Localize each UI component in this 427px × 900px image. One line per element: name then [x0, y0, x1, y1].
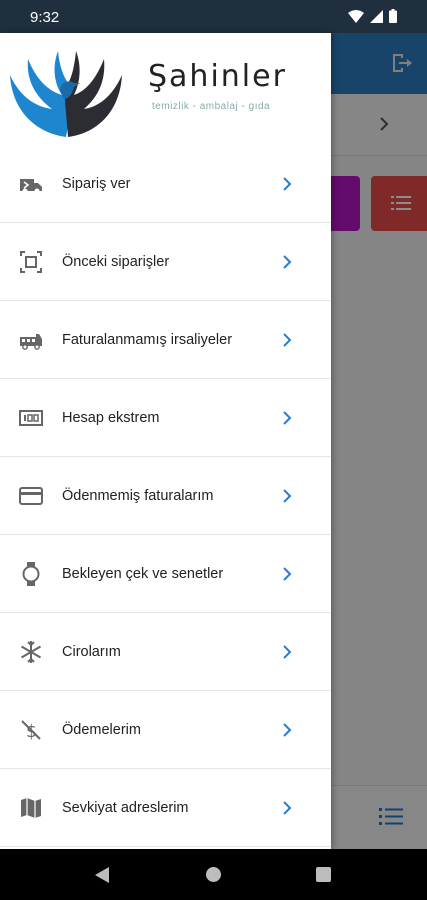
menu-item-label: Cirolarım: [62, 643, 121, 660]
menu-item-siparis-ver[interactable]: Sipariş ver: [0, 145, 331, 223]
money-off-icon: $: [21, 720, 41, 742]
watch-icon: [22, 562, 40, 586]
chevron-right-icon: [283, 801, 292, 815]
menu-item-label: Hesap ekstrem: [62, 409, 160, 426]
menu-item-label: Bekleyen çek ve senetler: [62, 565, 224, 582]
frame-icon: [20, 251, 42, 273]
chevron-right-icon: [283, 411, 292, 425]
back-icon[interactable]: [94, 866, 110, 884]
menu-item-label: Sevkiyat adreslerim: [62, 799, 189, 816]
menu-item-label: Önceki siparişler: [62, 253, 170, 270]
menu-item-odenmemis-faturalarim[interactable]: Ödenmemiş faturalarım: [0, 457, 331, 535]
drawer-header: Şahinler temizlik - ambalaj - gıda: [0, 33, 331, 145]
status-bar: 9:32: [0, 0, 427, 33]
navigation-drawer: Şahinler temizlik - ambalaj - gıda Sipar…: [0, 33, 331, 849]
chevron-right-icon: [283, 333, 292, 347]
menu-item-odemelerim[interactable]: $ Ödemelerim: [0, 691, 331, 769]
menu-item-bekleyen-cek-ve-senetler[interactable]: Bekleyen çek ve senetler: [0, 535, 331, 613]
counter-icon: [19, 410, 43, 426]
menu-item-label: Ödemelerim: [62, 721, 141, 738]
menu-item-sevkiyat-adreslerim[interactable]: Sevkiyat adreslerim: [0, 769, 331, 847]
snowflake-icon: [20, 641, 42, 663]
firetruck-icon: [20, 334, 42, 350]
menu-item-onceki-siparisler[interactable]: Önceki siparişler: [0, 223, 331, 301]
menu-item-label: Sipariş ver: [62, 175, 131, 192]
credit-card-icon: [19, 487, 43, 505]
drawer-menu: Sipariş ver Önceki siparişler Faturalanm…: [0, 145, 331, 847]
chevron-right-icon: [283, 723, 292, 737]
status-time: 9:32: [30, 9, 60, 26]
chevron-right-icon: [283, 645, 292, 659]
eagle-logo-icon: [10, 51, 122, 137]
menu-item-faturalanmamis-irsaliyeler[interactable]: Faturalanmamış irsaliyeler: [0, 301, 331, 379]
brand-name: Şahinler: [148, 59, 287, 94]
chevron-right-icon: [283, 489, 292, 503]
map-icon: [21, 798, 41, 818]
menu-item-label: Ödenmemiş faturalarım: [62, 487, 214, 504]
system-navigation-bar: [0, 849, 427, 900]
chevron-right-icon: [283, 255, 292, 269]
brand-tagline: temizlik - ambalaj - gıda: [152, 101, 271, 112]
menu-item-cirolarim[interactable]: Cirolarım: [0, 613, 331, 691]
chevron-right-icon: [283, 177, 292, 191]
svg-text:$: $: [26, 722, 37, 742]
wifi-icon: [348, 9, 364, 23]
home-icon[interactable]: [206, 867, 221, 882]
battery-icon: [389, 9, 397, 23]
truck-arrow-icon: [20, 179, 42, 194]
menu-item-label: Faturalanmamış irsaliyeler: [62, 331, 233, 348]
menu-item-hesap-ekstrem[interactable]: Hesap ekstrem: [0, 379, 331, 457]
signal-icon: [370, 9, 383, 23]
recents-icon[interactable]: [316, 867, 331, 882]
chevron-right-icon: [283, 567, 292, 581]
